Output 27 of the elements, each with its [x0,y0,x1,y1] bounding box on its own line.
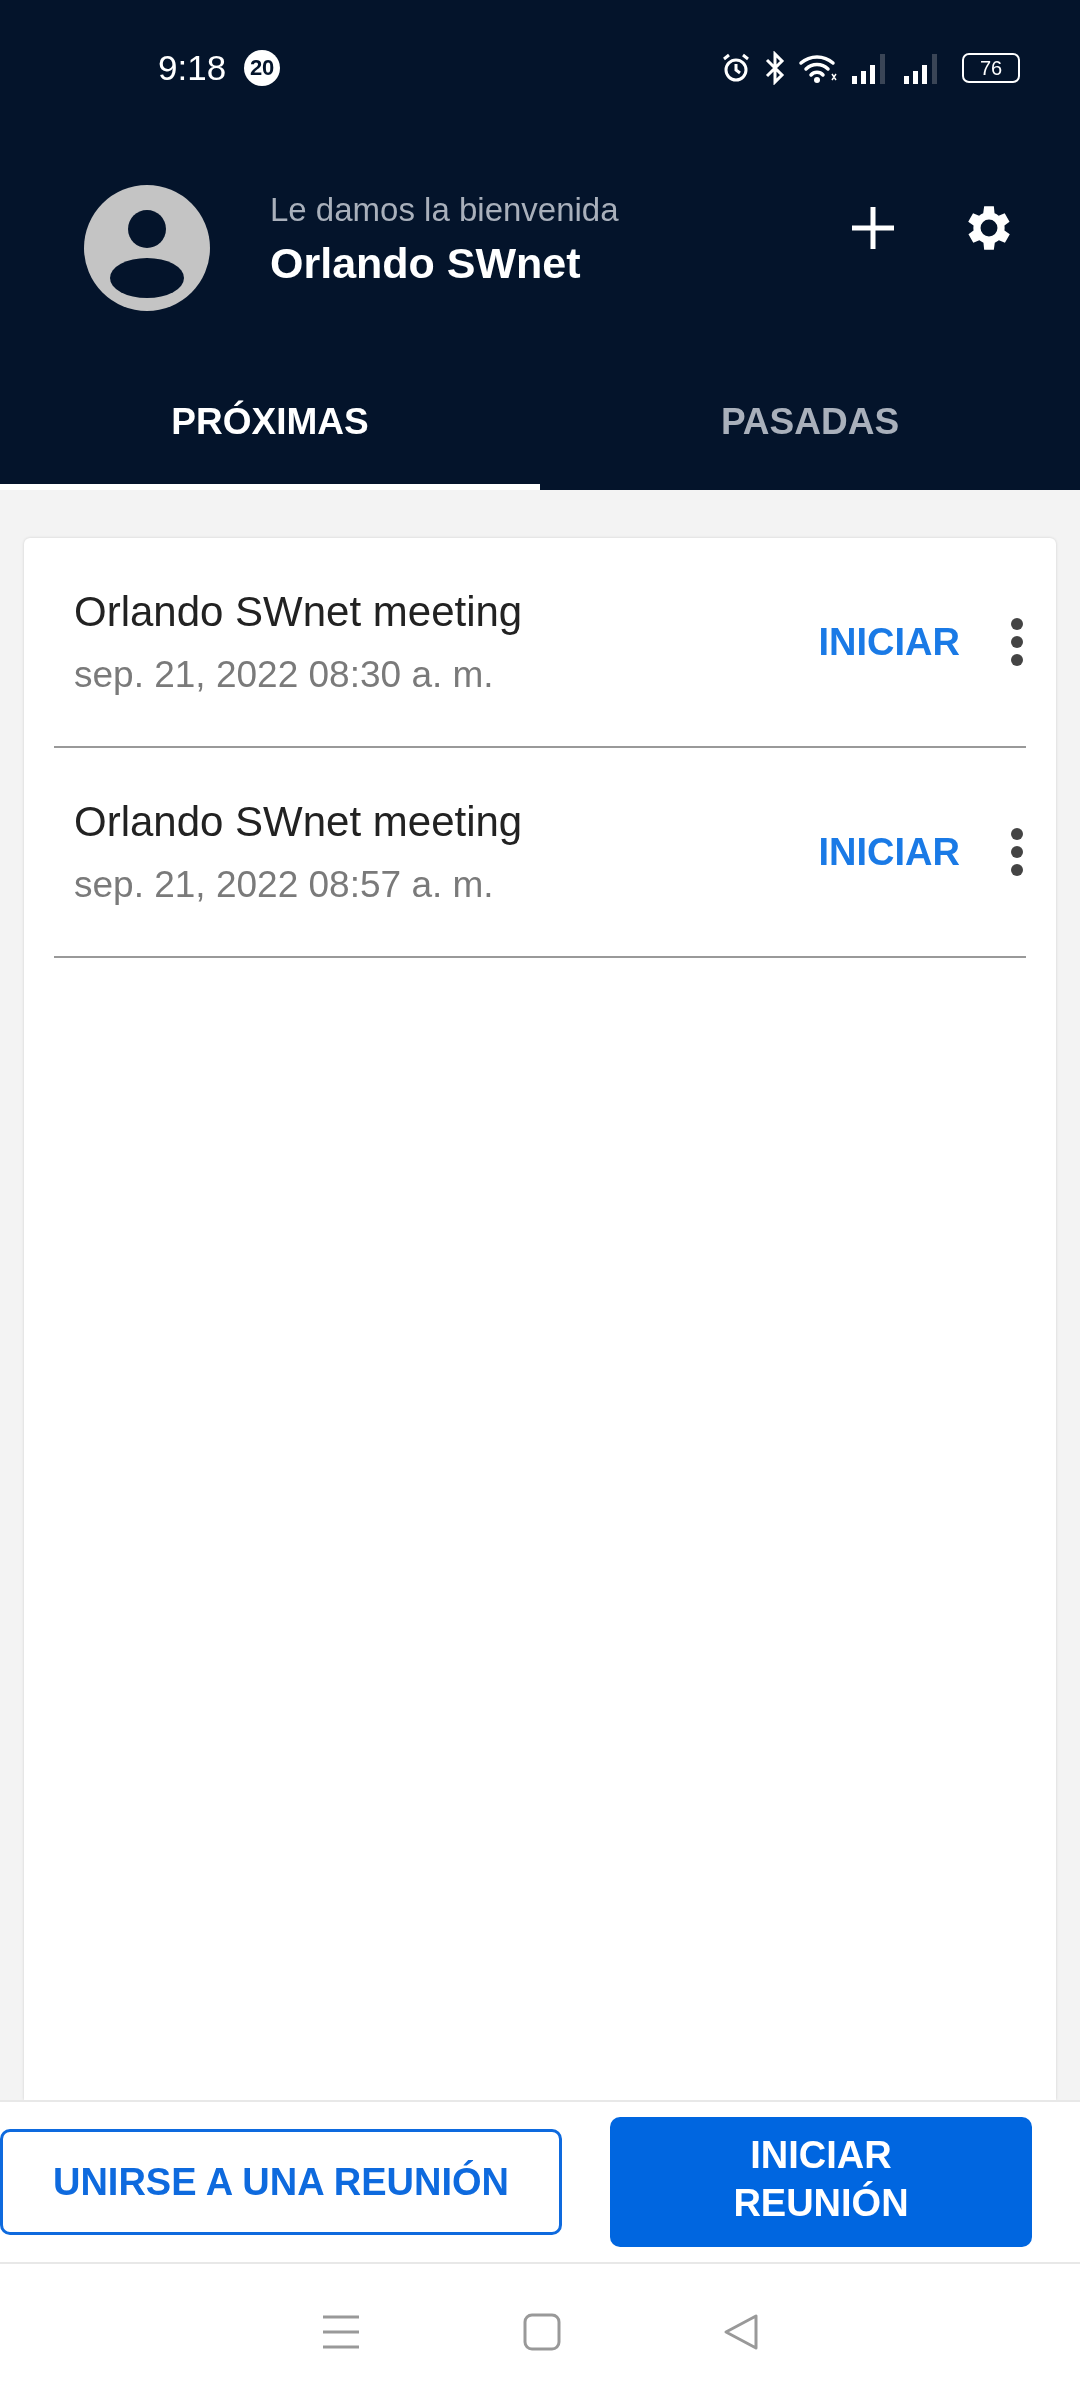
more-button[interactable] [1010,617,1024,667]
bluetooth-icon [764,51,786,85]
home-icon[interactable] [523,2313,561,2351]
tab[interactable]: PASADAS [540,360,1080,490]
meeting-datetime: sep. 21, 2022 08:30 a. m. [74,654,495,696]
notification-badge: 20 [244,50,281,86]
welcome-text: Le damos la bienvenida [270,190,620,229]
user-name: Orlando SWnet [270,238,582,288]
wifi-icon [798,52,838,84]
meeting-datetime: sep. 21, 2022 08:57 a. m. [74,864,495,906]
more-icon [1010,827,1024,877]
battery-icon: 76 [962,53,1020,83]
alarm-icon [720,52,752,84]
start-meeting-button[interactable]: INICIAR REUNIÓN [610,2117,1032,2247]
avatar-icon [84,185,210,311]
tab[interactable]: PRÓXIMAS [0,360,540,490]
start-link[interactable]: INICIAR [810,822,968,882]
menu-icon[interactable] [321,2314,361,2350]
meeting-title: Orlando SWnet meeting [74,588,524,636]
more-button[interactable] [1010,827,1024,877]
plus-icon [850,205,896,251]
start-link[interactable]: INICIAR [810,612,968,672]
more-icon [1010,617,1024,667]
meeting-title: Orlando SWnet meeting [74,798,524,846]
join-meeting-button[interactable]: UNIRSE A UNA REUNIÓN [0,2129,562,2235]
back-icon[interactable] [723,2313,759,2351]
status-time: 9:18 [158,48,227,88]
